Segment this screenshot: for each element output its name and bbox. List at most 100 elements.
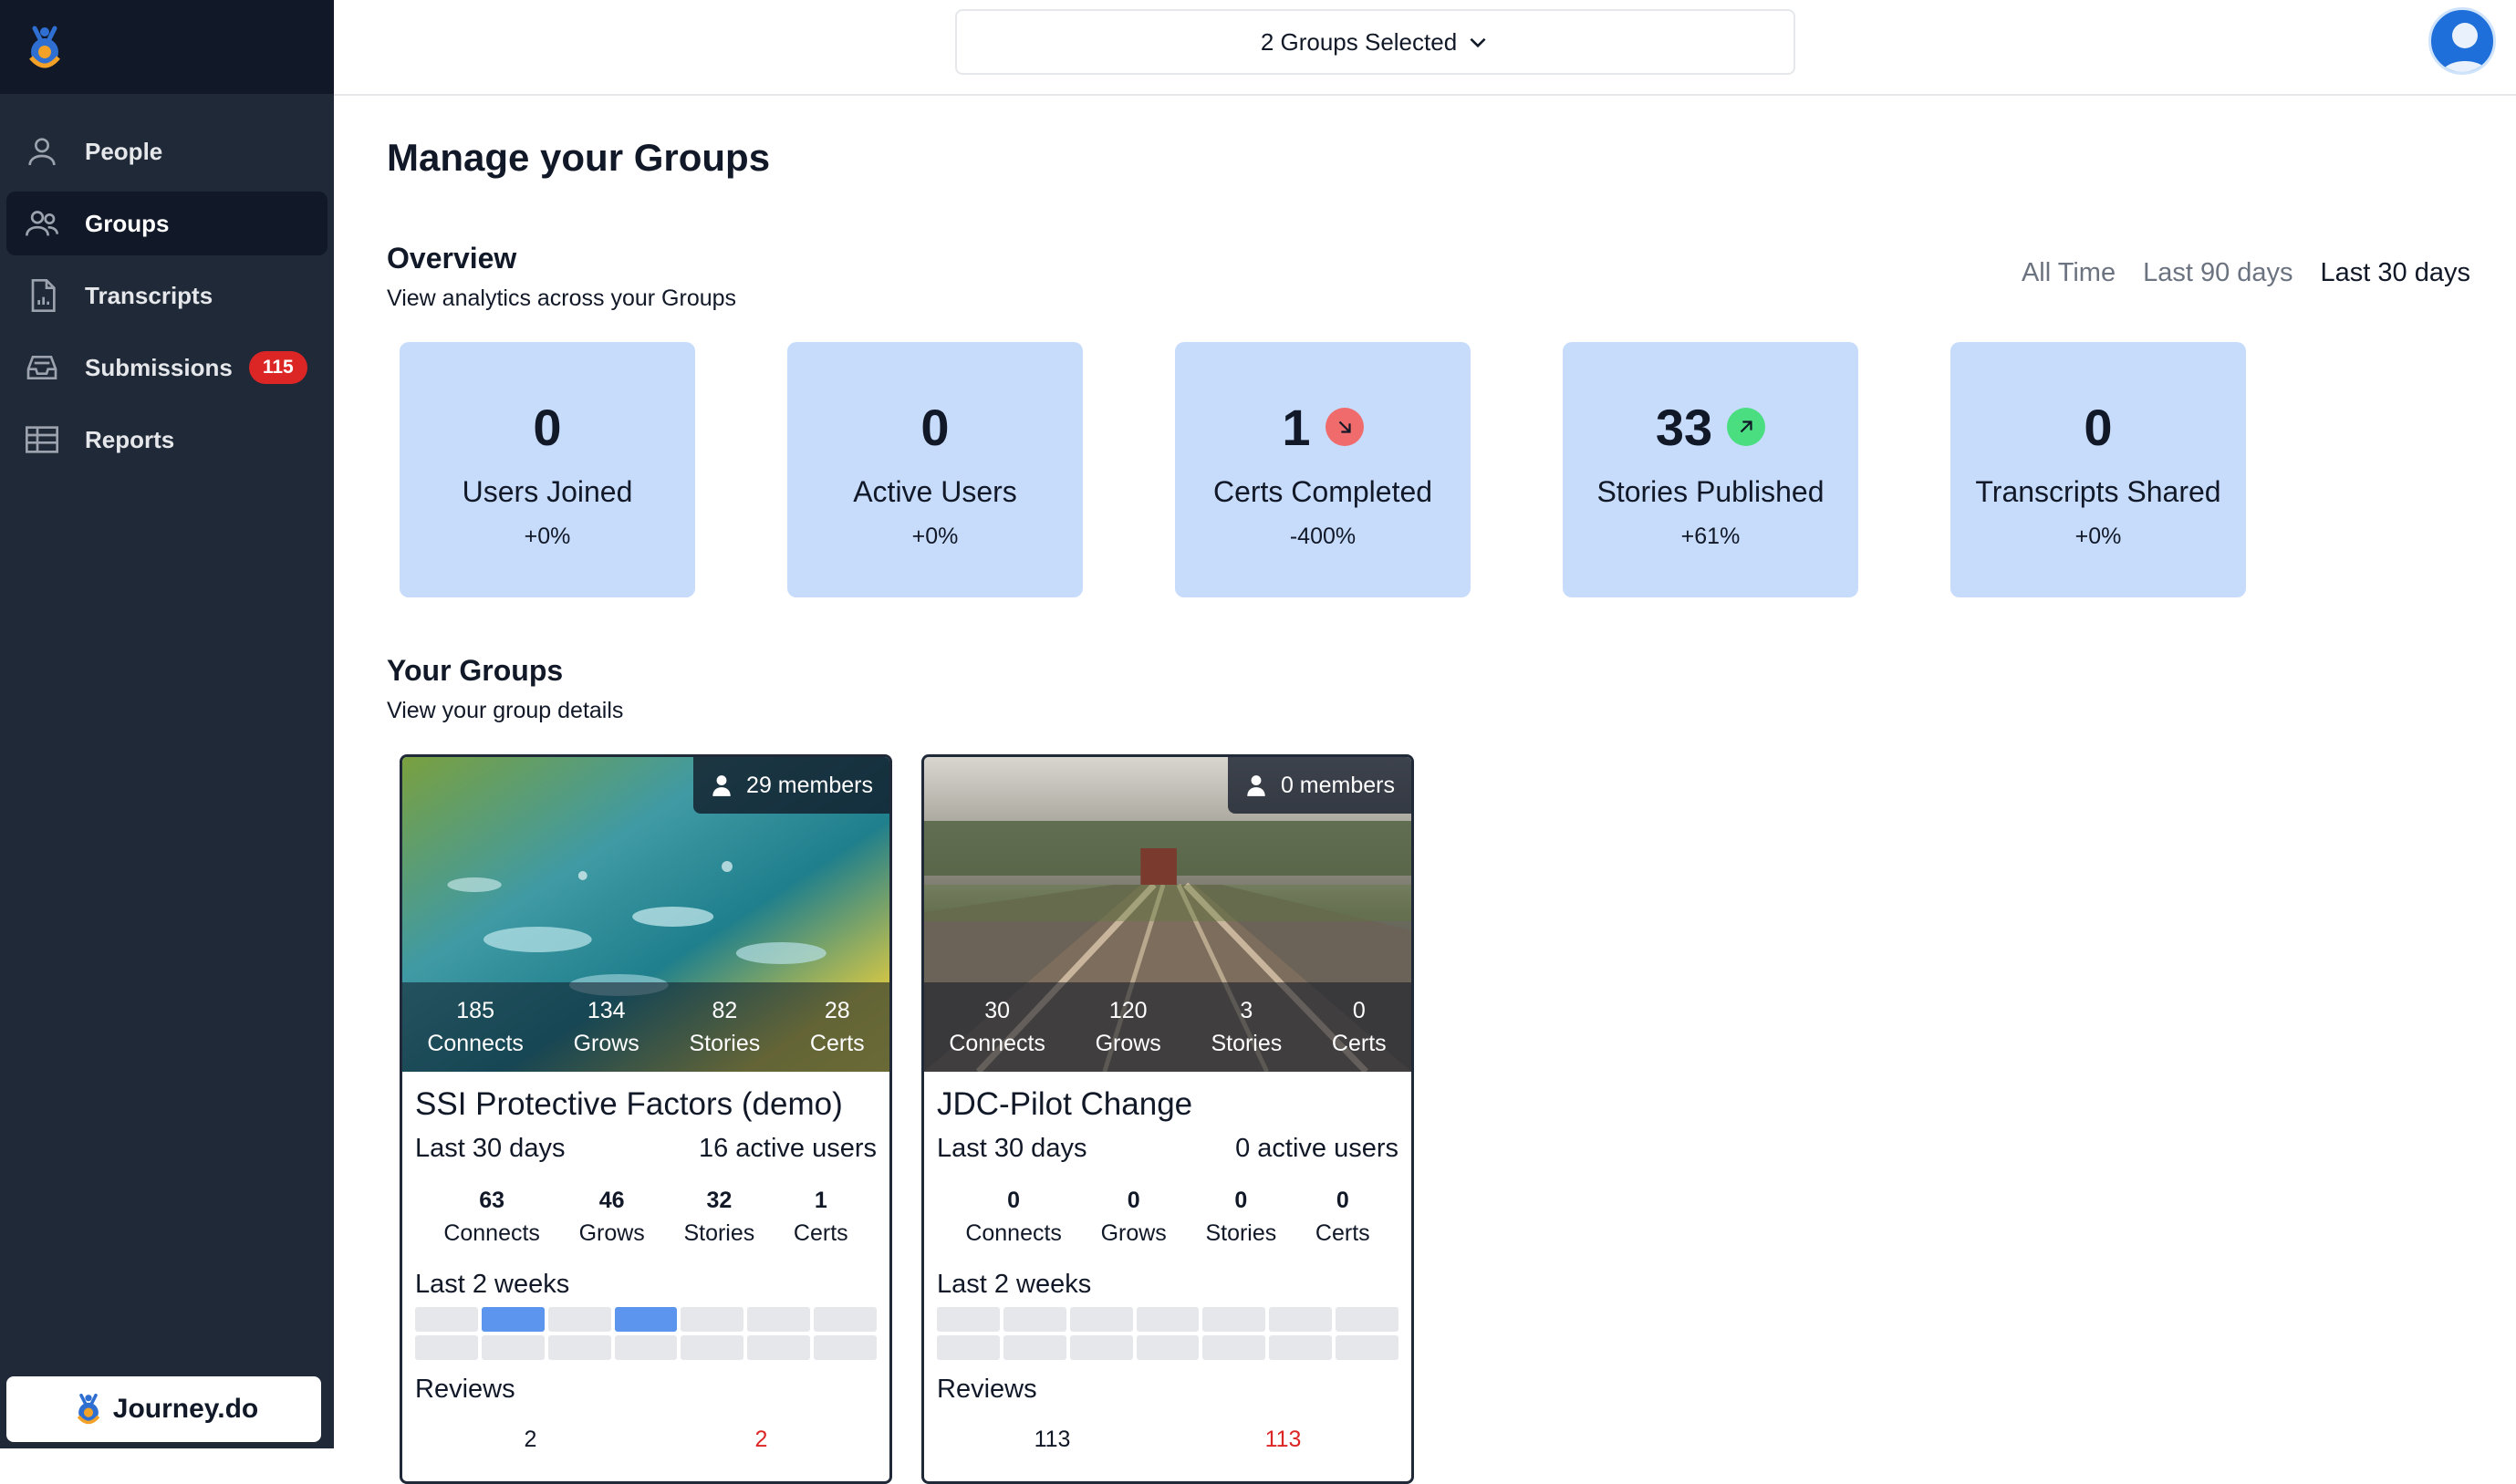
- group-selector-dropdown[interactable]: 2 Groups Selected: [955, 9, 1795, 75]
- group-card[interactable]: 29 members 185 Connects 134 Grows 82 Storie…: [400, 754, 892, 1484]
- stat-card-stories-published: 33 Stories Published +61%: [1563, 342, 1858, 597]
- members-badge: 0 members: [1227, 757, 1411, 814]
- stat-card-certs-completed: 1 Certs Completed -400%: [1175, 342, 1471, 597]
- sidebar-item-groups[interactable]: Groups: [6, 192, 327, 255]
- activity-grid: [415, 1307, 877, 1360]
- sidebar-item-label: Transcripts: [85, 281, 213, 309]
- overview-stats: 0 Users Joined +0% 0 Active Users +0% 1 …: [400, 342, 2246, 597]
- activity-day-cell: [1269, 1335, 1333, 1360]
- sidebar-item-people[interactable]: People: [6, 119, 327, 183]
- period-row: Last 30 days 16 active users: [415, 1134, 877, 1164]
- activity-day-cell: [681, 1335, 744, 1360]
- user-avatar-icon: [2441, 23, 2489, 72]
- tab-all-time[interactable]: All Time: [2022, 258, 2116, 288]
- brand-footer[interactable]: Journey.do: [6, 1376, 321, 1442]
- stat-label: Stories Published: [1596, 475, 1825, 508]
- period-stats: 0 Connects 0 Grows 0 Stories 0 Certs: [937, 1184, 1398, 1250]
- group-cover-image: 0 members 30 Connects 120 Grows 3 Stories 0…: [924, 757, 1411, 1072]
- period-label: Last 30 days: [415, 1134, 566, 1163]
- sidebar-item-label: Submissions: [85, 353, 233, 381]
- stat-change: +0%: [524, 524, 571, 549]
- sidebar-item-label: Groups: [85, 209, 170, 237]
- sidebar-item-submissions[interactable]: Submissions 115: [6, 336, 327, 400]
- period-stories: 32 Stories: [683, 1188, 755, 1246]
- document-chart-icon: [23, 276, 61, 315]
- group-total-stats: 185 Connects 134 Grows 82 Stories 28 Certs: [402, 982, 889, 1072]
- activity-day-cell: [415, 1335, 478, 1360]
- reviews-values: 2 2: [415, 1427, 877, 1453]
- journey-logo-icon[interactable]: [18, 21, 71, 74]
- stat-card-active-users: 0 Active Users +0%: [787, 342, 1083, 597]
- group-card-body: JDC-Pilot Change Last 30 days 0 active u…: [924, 1072, 1411, 1453]
- journey-logo-icon: [77, 1393, 100, 1425]
- groups-icon: [23, 204, 61, 243]
- group-name[interactable]: JDC-Pilot Change: [937, 1086, 1398, 1123]
- activity-day-cell: [681, 1307, 744, 1332]
- group-cards: 29 members 185 Connects 134 Grows 82 Storie…: [400, 754, 1414, 1484]
- person-icon: [23, 132, 61, 171]
- period-stories: 0 Stories: [1205, 1188, 1277, 1246]
- sidebar-item-transcripts[interactable]: Transcripts: [6, 264, 327, 327]
- activity-day-cell: [747, 1335, 811, 1360]
- reviews-pending-count: 113: [1264, 1427, 1302, 1452]
- stat-label: Certs Completed: [1212, 475, 1433, 508]
- your-groups-subtitle: View your group details: [387, 698, 624, 723]
- sidebar-item-reports[interactable]: Reports: [6, 408, 327, 472]
- tab-last-90-days[interactable]: Last 90 days: [2143, 258, 2292, 288]
- sidebar-header: [0, 0, 334, 94]
- activity-day-cell: [614, 1335, 678, 1360]
- activity-day-cell: [614, 1307, 678, 1332]
- overview-subtitle: View analytics across your Groups: [387, 285, 737, 311]
- activity-day-cell: [1336, 1335, 1398, 1360]
- activity-day-cell: [1136, 1307, 1200, 1332]
- total-connects: 30 Connects: [949, 998, 1045, 1056]
- group-name[interactable]: SSI Protective Factors (demo): [415, 1086, 877, 1123]
- brand-name: Journey.do: [112, 1394, 259, 1424]
- period-grows: 46 Grows: [578, 1188, 645, 1246]
- members-badge: 29 members: [693, 757, 889, 814]
- total-stories: 82 Stories: [689, 998, 761, 1056]
- tab-last-30-days[interactable]: Last 30 days: [2321, 258, 2470, 288]
- stat-label: Active Users: [853, 475, 1017, 508]
- activity-day-cell: [1202, 1307, 1266, 1332]
- stat-card-users-joined: 0 Users Joined +0%: [400, 342, 695, 597]
- activity-day-cell: [1003, 1307, 1066, 1332]
- activity-day-cell: [1136, 1335, 1200, 1360]
- chevron-down-icon: [1470, 37, 1486, 48]
- stat-card-transcripts-shared: 0 Transcripts Shared +0%: [1950, 342, 2246, 597]
- stat-value: 0: [533, 398, 562, 456]
- trend-up-icon: [1727, 408, 1766, 446]
- group-card[interactable]: 0 members 30 Connects 120 Grows 3 Stories 0…: [921, 754, 1414, 1484]
- page-title: Manage your Groups: [387, 136, 771, 179]
- weeks-label: Last 2 weeks: [937, 1270, 1092, 1299]
- period-label: Last 30 days: [937, 1134, 1087, 1163]
- reviews-pending-count: 2: [754, 1427, 768, 1452]
- period-connects: 0 Connects: [965, 1188, 1062, 1246]
- activity-day-cell: [937, 1307, 1000, 1332]
- members-count: 29 members: [746, 772, 873, 798]
- activity-day-cell: [747, 1307, 811, 1332]
- total-certs: 28 Certs: [809, 998, 865, 1056]
- period-row: Last 30 days 0 active users: [937, 1134, 1398, 1164]
- activity-day-cell: [1069, 1335, 1133, 1360]
- activity-day-cell: [1003, 1335, 1066, 1360]
- activity-day-cell: [814, 1307, 877, 1332]
- weeks-label: Last 2 weeks: [415, 1270, 570, 1299]
- total-grows: 120 Grows: [1095, 998, 1161, 1056]
- activity-day-cell: [481, 1335, 545, 1360]
- group-selector-label: 2 Groups Selected: [1260, 27, 1458, 56]
- active-users: 0 active users: [1235, 1134, 1398, 1163]
- total-grows: 134 Grows: [573, 998, 639, 1056]
- active-users: 16 active users: [698, 1134, 877, 1163]
- activity-day-cell: [814, 1335, 877, 1360]
- avatar[interactable]: [2428, 7, 2496, 75]
- sidebar-item-label: People: [85, 137, 163, 165]
- group-total-stats: 30 Connects 120 Grows 3 Stories 0 Certs: [924, 982, 1411, 1072]
- activity-day-cell: [481, 1307, 545, 1332]
- stat-label: Users Joined: [462, 475, 633, 508]
- submissions-count-badge: 115: [248, 351, 307, 384]
- table-icon: [23, 420, 61, 459]
- group-cover-image: 29 members 185 Connects 134 Grows 82 Storie…: [402, 757, 889, 1072]
- stat-change: -400%: [1289, 524, 1357, 549]
- sidebar-item-label: Reports: [85, 425, 175, 453]
